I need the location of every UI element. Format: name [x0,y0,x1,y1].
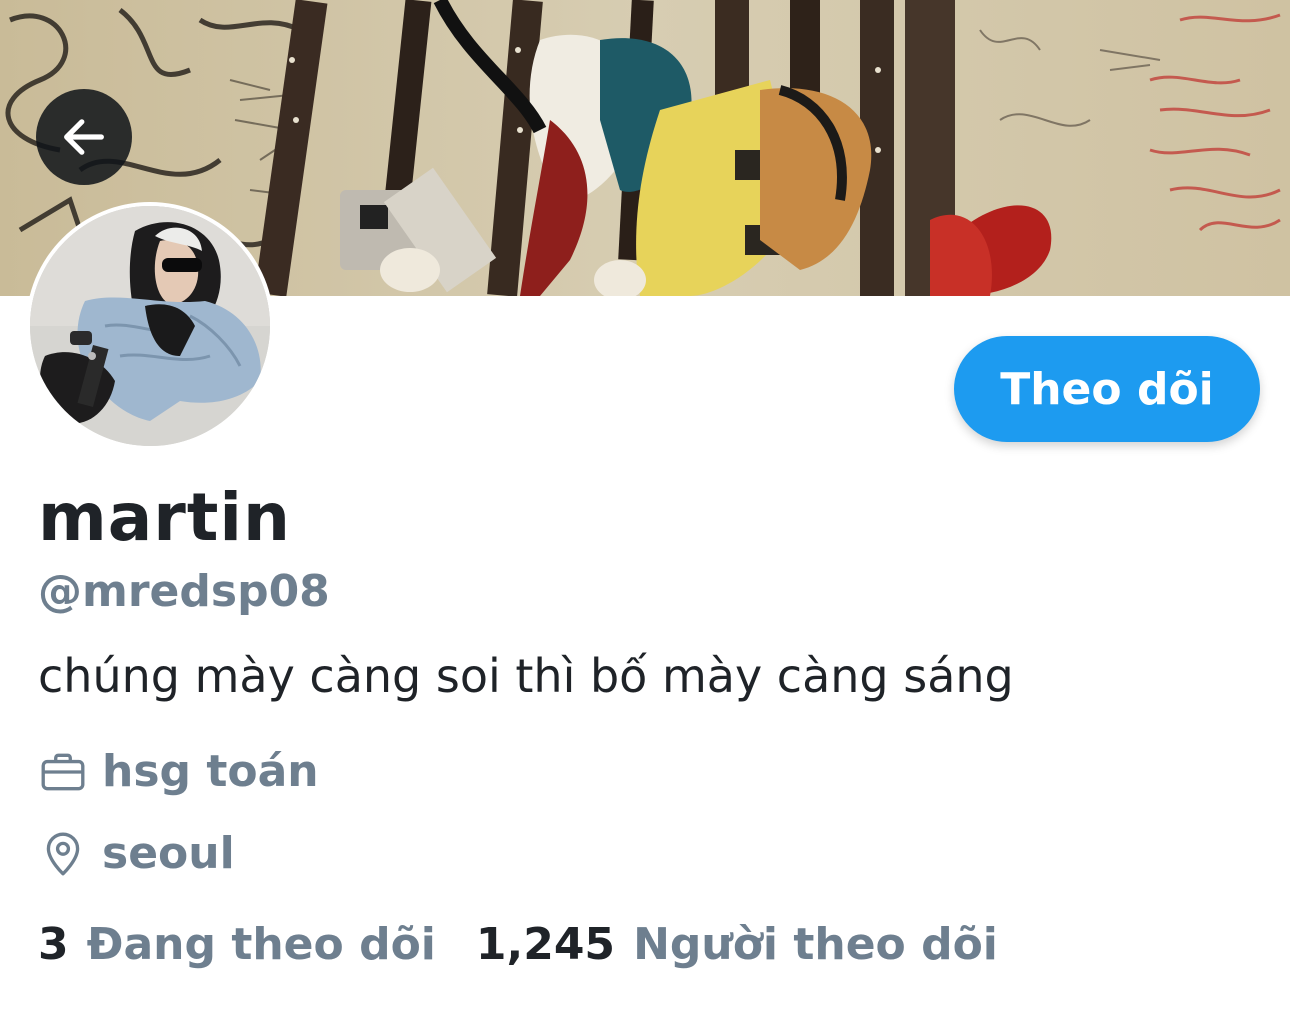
followers-count: 1,245 [475,919,616,970]
profile-work: hsg toán [102,746,319,797]
following-count: 3 [38,919,69,970]
follow-button[interactable]: Theo dõi [954,336,1260,442]
arrow-left-icon [58,111,110,163]
followers-label: Người theo dõi [633,919,998,970]
follow-stats: 3 Đang theo dõi 1,245 Người theo dõi [38,918,998,972]
profile-bio: chúng mày càng soi thì bố mày càng sáng [38,649,1014,703]
location-pin-icon [38,829,88,879]
username-handle: @mredsp08 [38,566,330,617]
back-button[interactable] [36,89,132,185]
display-name: martin [38,479,292,556]
following-label: Đang theo dõi [86,919,436,970]
followers-link[interactable]: 1,245 Người theo dõi [476,918,998,972]
follow-button-label: Theo dõi [1000,363,1214,415]
following-link[interactable]: 3 Đang theo dõi [38,918,436,972]
avatar-image [30,206,270,446]
briefcase-icon [38,747,88,797]
profile-location-row: seoul [38,828,235,880]
profile-page: Theo dõi martin @mredsp08 chúng mày càng… [0,0,1290,1017]
profile-work-row: hsg toán [38,746,319,798]
avatar[interactable] [26,202,274,450]
profile-location: seoul [102,828,235,879]
